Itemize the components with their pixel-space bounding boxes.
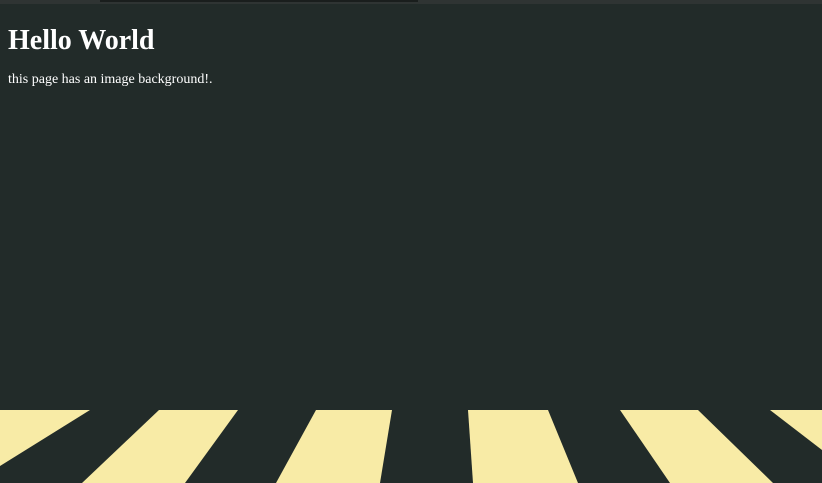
background-stripe xyxy=(276,410,392,483)
background-stripe xyxy=(0,410,90,466)
page-content: Hello World this page has an image backg… xyxy=(8,0,213,89)
background-stripe xyxy=(620,410,773,483)
background-stripe xyxy=(770,410,822,450)
background-stripe xyxy=(82,410,238,483)
page-paragraph: this page has an image background!. xyxy=(8,72,213,87)
browser-viewport: Hello World this page has an image backg… xyxy=(0,0,822,483)
page-title: Hello World xyxy=(8,25,155,56)
background-stripe xyxy=(468,410,578,483)
